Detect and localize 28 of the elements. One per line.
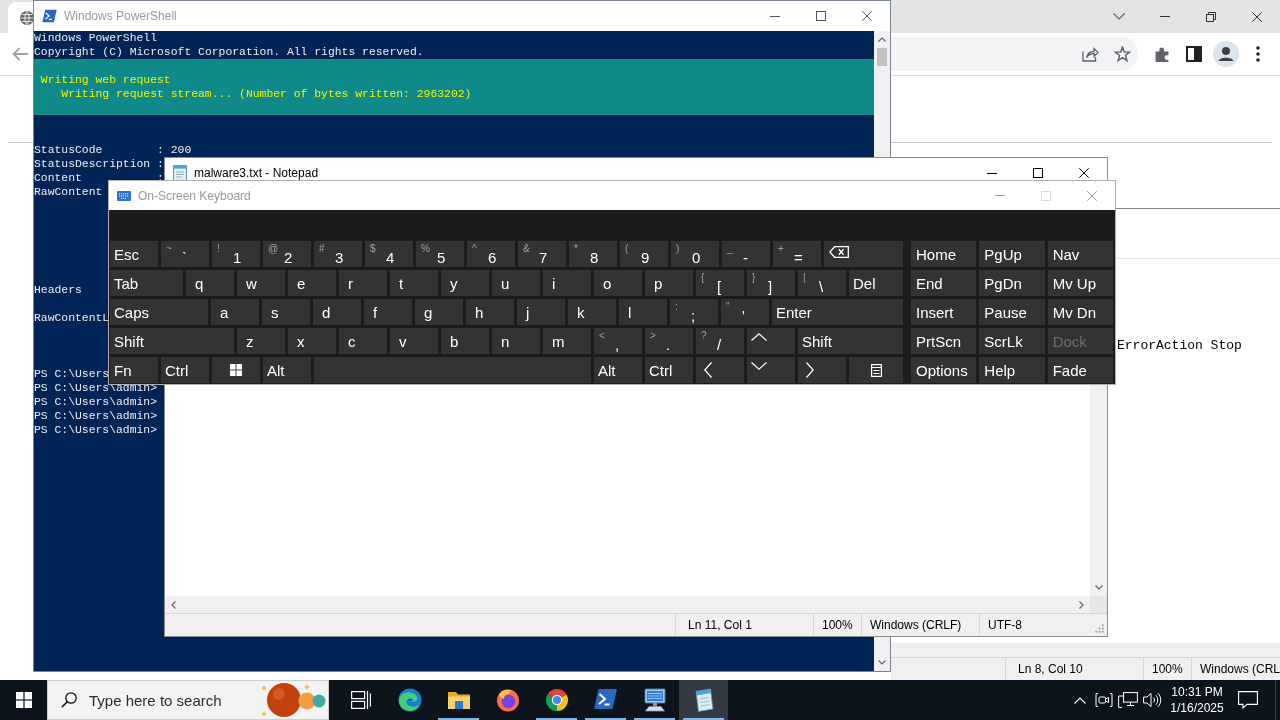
console-line: Content : bbox=[34, 171, 164, 185]
console-line: Copyright (C) Microsoft Corporation. All rights reserved. bbox=[34, 45, 424, 59]
status-text: Ln 11, Col 1 bbox=[688, 618, 752, 632]
status-text: Ln 8, Col 10 bbox=[1018, 662, 1083, 676]
window-title: malware3.txt - Notepad bbox=[194, 166, 319, 180]
console-line: StatusDescription : bbox=[34, 157, 164, 171]
progress-text: Writing web request bbox=[40, 73, 171, 87]
window-title: On-Screen Keyboard bbox=[138, 188, 251, 203]
console-line: PS C:\Users\admin> bbox=[34, 395, 158, 409]
status-text: 100% bbox=[822, 618, 853, 632]
console-line: PS C:\Users\admin> bbox=[34, 409, 158, 423]
progress-text: Writing request stream... (Number of bytes written: 2963202) bbox=[61, 87, 472, 101]
console-line: PS C:\Users\admin> bbox=[34, 381, 158, 395]
console-line: PS C:\Users bbox=[34, 367, 110, 381]
status-text: Windows (CRL bbox=[1200, 662, 1280, 676]
clock-time: 10:31 PM bbox=[1171, 684, 1223, 700]
window-title: Windows PowerShell bbox=[64, 9, 177, 23]
clock-date: 1/16/2025 bbox=[1170, 700, 1224, 716]
console-line: Headers bbox=[34, 283, 82, 297]
status-text: Windows (CRLF) bbox=[870, 618, 962, 632]
console-line: PS C:\Users\admin> bbox=[34, 423, 158, 437]
editor-text: ErrorAction Stop bbox=[1117, 338, 1242, 353]
console-line: StatusCode : 200 bbox=[34, 143, 192, 157]
console-line: Windows PowerShell bbox=[34, 31, 158, 45]
console-line: RawContentL bbox=[34, 311, 110, 325]
console-line: RawContent bbox=[34, 185, 103, 199]
status-text: UTF-8 bbox=[988, 618, 1022, 632]
status-text: 100% bbox=[1152, 662, 1183, 676]
